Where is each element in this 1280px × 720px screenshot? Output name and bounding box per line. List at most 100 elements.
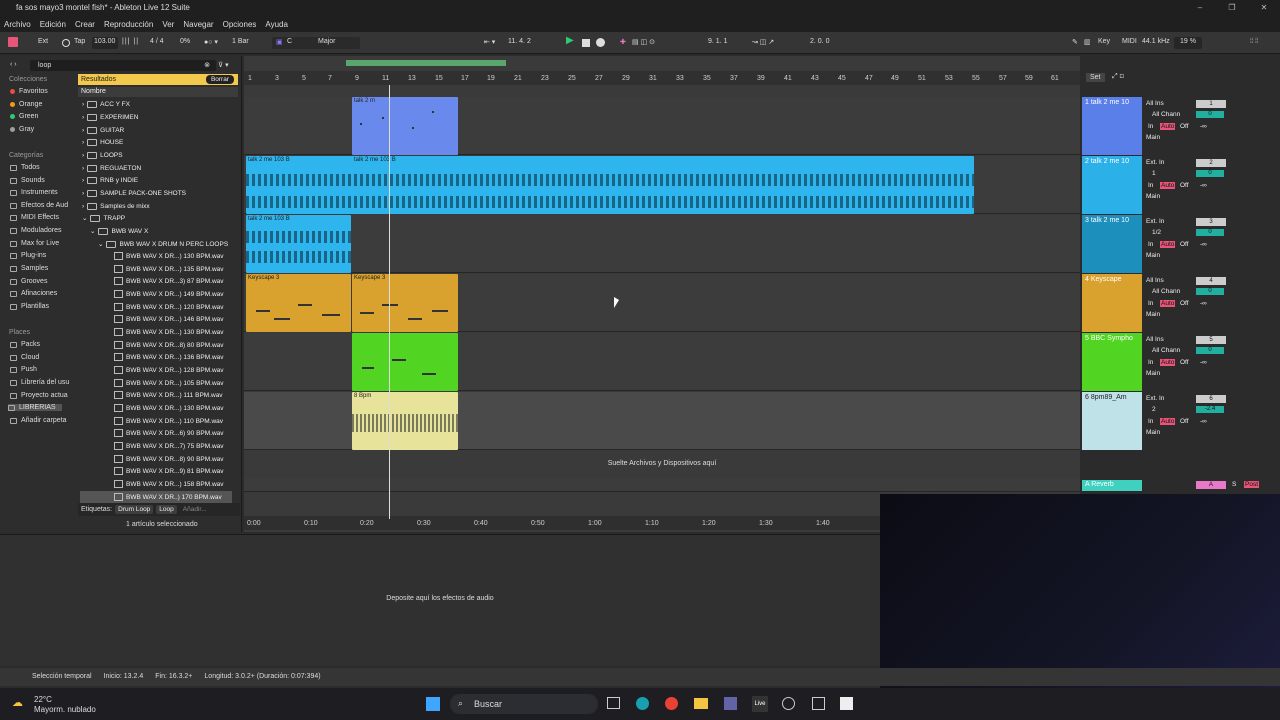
windows-start-icon[interactable]: [426, 697, 440, 711]
keyboard-icon[interactable]: ▥: [1084, 38, 1091, 46]
tempo-field[interactable]: 103.00: [94, 38, 115, 45]
file-row[interactable]: BWB WAV X DR...) 158 BPM.wav: [114, 478, 224, 490]
monitor-off-button[interactable]: Off: [1180, 300, 1189, 307]
place-cloud[interactable]: Cloud: [10, 354, 39, 361]
search-field[interactable]: loop ⊗: [30, 60, 216, 71]
output-dropdown[interactable]: Main: [1146, 311, 1160, 318]
tag-add[interactable]: Añadir...: [180, 505, 210, 514]
ableton-live-icon[interactable]: Live: [752, 696, 768, 712]
file-row[interactable]: BWB WAV X DR...) 130 BPM.wav: [114, 326, 224, 338]
category-samples[interactable]: Samples: [10, 265, 48, 272]
search-input[interactable]: loop: [38, 62, 51, 69]
file-row[interactable]: BWB WAV X DR...9) 81 BPM.wav: [114, 465, 224, 477]
input-channel-dropdown[interactable]: 2: [1152, 406, 1156, 413]
loop-start-field[interactable]: 9. 1. 1: [708, 38, 727, 45]
folder-row[interactable]: › LOOPS: [82, 149, 123, 161]
file-row[interactable]: BWB WAV X DR...) 136 BPM.wav: [114, 351, 224, 363]
folder-row[interactable]: › EXPERIMEN: [82, 111, 138, 123]
track-number-button[interactable]: 2: [1196, 159, 1226, 167]
back-icon[interactable]: ‹ ›: [10, 61, 17, 68]
folder-row[interactable]: ⌄ TRAPP: [82, 212, 125, 224]
menu-ayuda[interactable]: Ayuda: [265, 20, 288, 29]
audio-clip[interactable]: talk 2 me 103 Btalk 2 me 103 B: [246, 156, 974, 214]
expand-icon[interactable]: ⤢ ⊡: [1112, 73, 1124, 81]
key-scale-icon[interactable]: ▣: [276, 38, 283, 46]
track-number-button[interactable]: 1: [1196, 100, 1226, 108]
place-librerias[interactable]: LIBRERIAS: [8, 404, 62, 411]
file-row[interactable]: BWB WAV X DR...) 120 BPM.wav: [114, 301, 224, 313]
input-channel-dropdown[interactable]: All Chann: [1152, 111, 1180, 118]
midi-clip[interactable]: Keyscape 3: [246, 274, 351, 332]
file-row[interactable]: BWB WAV X DR...) 130 BPM.wav: [114, 250, 224, 262]
category-plugins[interactable]: Plug-ins: [10, 252, 46, 259]
category-grooves[interactable]: Grooves: [10, 278, 47, 285]
folder-row[interactable]: › ACC Y FX: [82, 98, 130, 110]
folder-row[interactable]: ⌄ BWB WAV X DRUM N PERC LOOPS: [98, 238, 228, 250]
monitor-off-button[interactable]: Off: [1180, 182, 1189, 189]
output-dropdown[interactable]: Main: [1146, 252, 1160, 259]
maximize-button[interactable]: ❐: [1216, 0, 1248, 16]
track-lane-3[interactable]: [244, 215, 1080, 273]
input-type-dropdown[interactable]: Ext. In: [1146, 218, 1164, 225]
file-row[interactable]: BWB WAV X DR...3) 87 BPM.wav: [114, 275, 224, 287]
taskbar-search[interactable]: ⌕ Buscar: [450, 694, 598, 714]
folder-row[interactable]: ⌄ BWB WAV X: [90, 225, 148, 237]
quantize-dropdown[interactable]: 1 Bar: [232, 38, 249, 45]
automation-arm-icon[interactable]: ▤ ◫ ⊙: [632, 38, 655, 46]
collection-green[interactable]: Green: [10, 113, 38, 120]
nudge-icon[interactable]: ||| ||: [122, 38, 139, 45]
app-icon[interactable]: [782, 697, 795, 710]
menu-archivo[interactable]: Archivo: [4, 20, 31, 29]
menu-edicion[interactable]: Edición: [40, 20, 66, 29]
file-row[interactable]: BWB WAV X DR...) 128 BPM.wav: [114, 364, 224, 376]
metronome-icon[interactable]: [62, 39, 70, 47]
monitor-off-button[interactable]: Off: [1180, 241, 1189, 248]
monitor-auto-button[interactable]: Auto: [1160, 182, 1176, 189]
ableton-icon[interactable]: [8, 37, 18, 47]
track-number-button[interactable]: 5: [1196, 336, 1226, 344]
file-row[interactable]: BWB WAV X DR...8) 80 BPM.wav: [114, 339, 224, 351]
midi-clip[interactable]: talk 2 m: [352, 97, 458, 155]
loop-length-field[interactable]: 2. 0. 0: [810, 38, 829, 45]
file-row[interactable]: BWB WAV X DR...6) 90 BPM.wav: [114, 427, 224, 439]
file-row[interactable]: BWB WAV X DR...7) 75 BPM.wav: [114, 440, 224, 452]
place-libreria[interactable]: Librería del usu: [10, 379, 69, 386]
volume-field[interactable]: 0: [1196, 288, 1224, 295]
record-dots-icon[interactable]: ●○ ▾: [204, 38, 218, 46]
track-header-5[interactable]: 5 BBC Sympho: [1082, 333, 1142, 391]
folder-row[interactable]: › HOUSE: [82, 136, 123, 148]
folder-row[interactable]: › GUITAR: [82, 124, 124, 136]
set-button[interactable]: Set: [1086, 73, 1105, 82]
category-plantillas[interactable]: Plantillas: [10, 303, 49, 310]
file-row[interactable]: BWB WAV X DR...) 146 BPM.wav: [114, 313, 224, 325]
filter-icon[interactable]: ⊽ ▾: [218, 61, 229, 69]
output-dropdown[interactable]: Main: [1146, 193, 1160, 200]
tap-button[interactable]: Tap: [74, 38, 85, 45]
input-type-dropdown[interactable]: All Ins: [1146, 277, 1164, 284]
category-max-for-live[interactable]: Max for Live: [10, 240, 59, 247]
category-todos[interactable]: Todos: [10, 164, 40, 171]
clear-search-icon[interactable]: ⊗: [204, 61, 210, 69]
draw-mode-icon[interactable]: ↝ ◫ ↗: [752, 38, 774, 46]
close-button[interactable]: ✕: [1248, 0, 1280, 16]
overview-icon[interactable]: ⦙⦙ ⦙⦙: [1250, 38, 1258, 46]
follow-icon[interactable]: ⇤ ▾: [484, 38, 495, 46]
input-channel-dropdown[interactable]: 1: [1152, 170, 1156, 177]
return-track-header[interactable]: A Reverb: [1082, 480, 1142, 491]
track-number-button[interactable]: 3: [1196, 218, 1226, 226]
track-header-6[interactable]: 6 8pm89_Am: [1082, 392, 1142, 450]
monitor-off-button[interactable]: Off: [1180, 123, 1189, 130]
volume-field[interactable]: 0: [1196, 347, 1224, 354]
monitor-in-button[interactable]: In: [1148, 241, 1153, 248]
monitor-auto-button[interactable]: Auto: [1160, 123, 1176, 130]
scale-dropdown[interactable]: Major: [318, 38, 336, 45]
track-header-2[interactable]: 2 talk 2 me 10: [1082, 156, 1142, 214]
file-explorer-icon[interactable]: [694, 698, 708, 709]
file-row[interactable]: BWB WAV X DR...) 111 BPM.wav: [114, 389, 223, 401]
monitor-in-button[interactable]: In: [1148, 123, 1153, 130]
folder-row[interactable]: › REGUAETON: [82, 162, 141, 174]
input-type-dropdown[interactable]: All Ins: [1146, 100, 1164, 107]
menu-navegar[interactable]: Navegar: [183, 20, 213, 29]
monitor-in-button[interactable]: In: [1148, 418, 1153, 425]
collection-orange[interactable]: Orange: [10, 101, 42, 108]
